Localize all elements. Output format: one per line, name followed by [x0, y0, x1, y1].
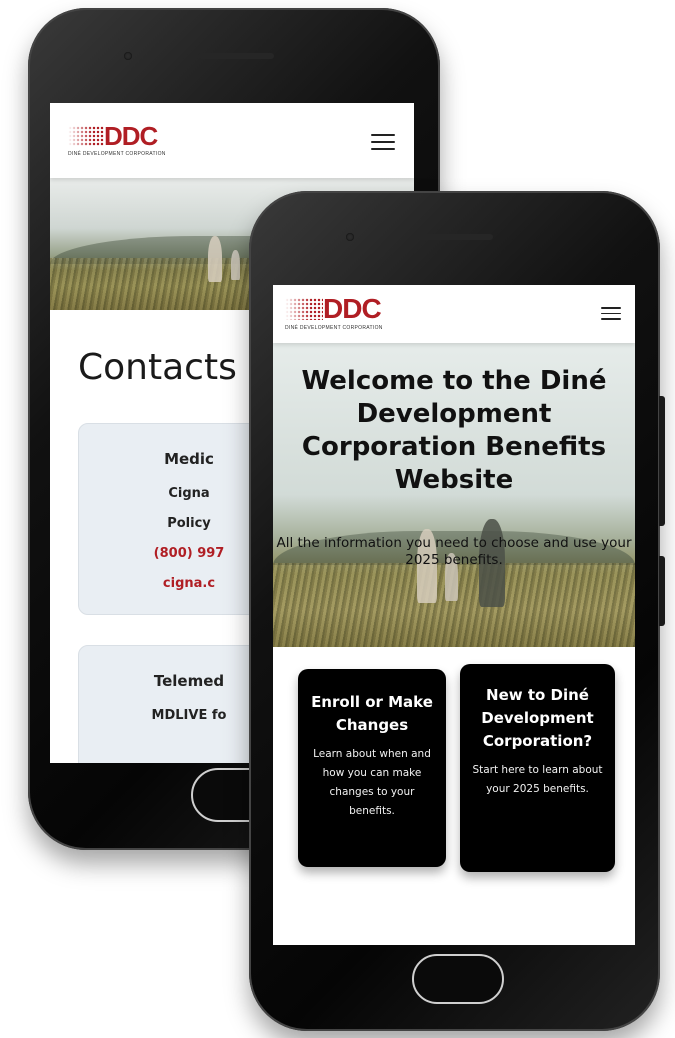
speaker-grille	[198, 53, 274, 59]
site-header: DDC DINÉ DEVELOPMENT CORPORATION	[50, 103, 414, 178]
side-button	[659, 396, 665, 526]
tile-body: Learn about when and how you can make ch…	[313, 748, 431, 817]
hero-person	[208, 236, 222, 282]
logo-subtitle: DINÉ DEVELOPMENT CORPORATION	[285, 325, 383, 331]
menu-bar	[371, 148, 395, 150]
menu-bar	[601, 312, 621, 315]
menu-bar	[601, 318, 621, 320]
menu-bar	[601, 307, 621, 309]
logo-text: DDC	[104, 121, 158, 151]
tile-title: New to Diné Development Corporation?	[481, 686, 594, 750]
logo-subtitle: DINÉ DEVELOPMENT CORPORATION	[68, 151, 166, 157]
home-button[interactable]	[412, 954, 504, 1004]
tile-body: Start here to learn about your 2025 bene…	[472, 764, 603, 795]
ddc-logo-icon[interactable]: DDC DINÉ DEVELOPMENT CORPORATION	[68, 123, 166, 157]
page-title: Contacts	[78, 347, 237, 388]
site-header: DDC DINÉ DEVELOPMENT CORPORATION	[273, 285, 635, 343]
menu-bar	[371, 134, 395, 136]
hero-title: Welcome to the Diné Development Corporat…	[301, 366, 607, 495]
camera-icon	[346, 233, 354, 241]
hero-banner: Welcome to the Diné Development Corporat…	[273, 343, 635, 647]
logo-dot-pattern	[68, 126, 104, 146]
speaker-grille	[417, 234, 493, 240]
hamburger-menu-icon[interactable]	[601, 307, 621, 320]
hamburger-menu-icon[interactable]	[371, 134, 395, 150]
logo-text: DDC	[323, 293, 382, 324]
hero-subtitle: All the information you need to choose a…	[276, 535, 632, 568]
front-phone-device: DDC DINÉ DEVELOPMENT CORPORATION Welcome…	[249, 191, 665, 1031]
menu-bar	[371, 141, 395, 143]
side-button	[659, 556, 665, 626]
hero-child	[231, 250, 240, 280]
ddc-logo-icon[interactable]: DDC DINÉ DEVELOPMENT CORPORATION	[285, 295, 383, 331]
camera-icon	[124, 52, 132, 60]
logo-dot-pattern	[285, 298, 323, 320]
front-phone-screen: DDC DINÉ DEVELOPMENT CORPORATION Welcome…	[273, 285, 635, 945]
new-to-ddc-tile[interactable]: New to Diné Development Corporation? Sta…	[460, 664, 615, 872]
tile-title: Enroll or Make Changes	[311, 693, 433, 734]
enroll-or-make-changes-tile[interactable]: Enroll or Make Changes Learn about when …	[298, 669, 446, 867]
